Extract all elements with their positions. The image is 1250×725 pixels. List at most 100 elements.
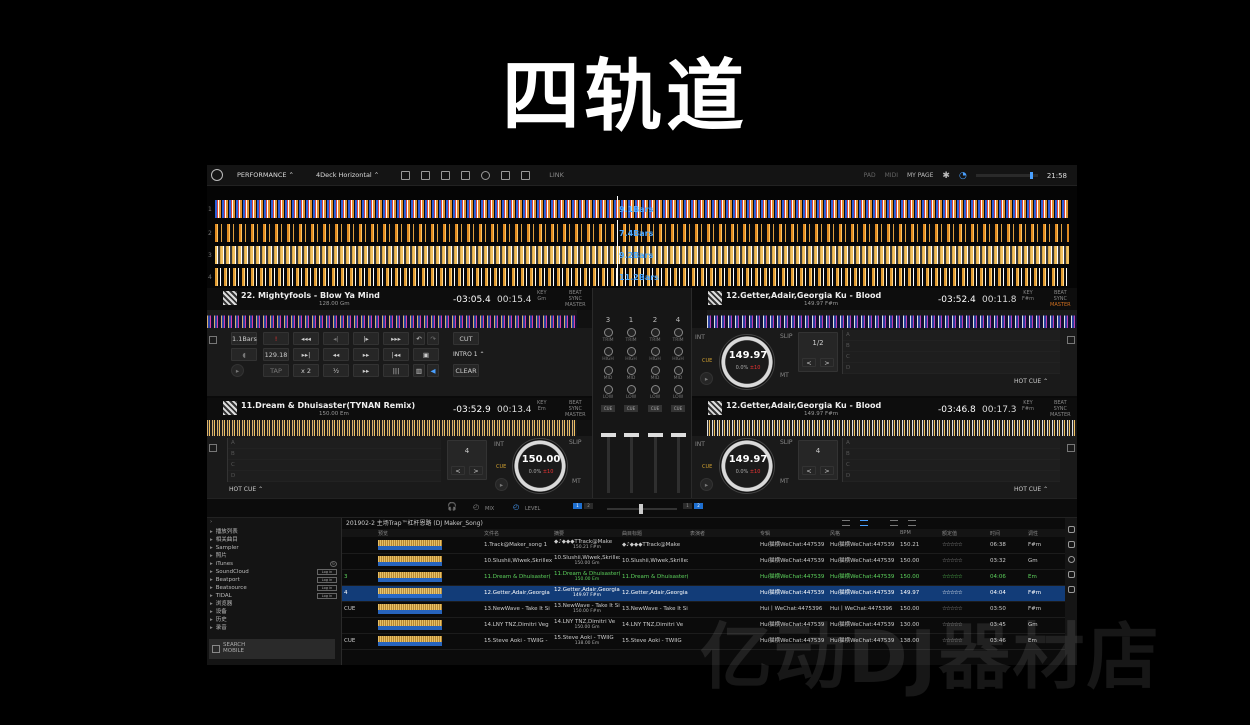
channel-fader-2[interactable]	[648, 433, 663, 493]
grid-shift-fwd[interactable]: ▸▸	[353, 348, 379, 361]
tree-item[interactable]: ▸ Sampler	[207, 544, 341, 552]
sampler-view-icon[interactable]	[461, 170, 471, 180]
high-knob[interactable]	[603, 347, 613, 356]
remain-time[interactable]: -03:46.8	[938, 405, 976, 415]
trim-knob[interactable]	[650, 328, 660, 337]
master-volume-slider[interactable]	[975, 172, 1038, 179]
video-icon[interactable]	[501, 170, 511, 180]
row-preview[interactable]	[376, 569, 482, 586]
mt-button[interactable]: MT	[572, 478, 581, 485]
col-header[interactable]: 调性	[1026, 529, 1065, 537]
row-preview[interactable]	[376, 585, 482, 602]
slip-button[interactable]: SLIP	[780, 439, 793, 446]
slip-button[interactable]: SLIP	[569, 439, 582, 446]
clear-button[interactable]: CLEAR	[453, 364, 479, 377]
tree-item[interactable]: ▸ 设备	[207, 608, 341, 616]
preview-waveform[interactable]	[378, 588, 442, 598]
mid-knob[interactable]	[603, 366, 613, 375]
crossfader-assign-2[interactable]: 2	[584, 503, 593, 509]
waveform-deck-2[interactable]: 2 7.4Bars	[208, 220, 1069, 244]
waveform-deck-1[interactable]: 1 9.1Bars	[208, 196, 1069, 220]
deck-1-waveform[interactable]	[207, 310, 577, 328]
grid-bpm[interactable]: 129.18	[263, 348, 289, 361]
beat-loop-select[interactable]: 1.1Bars	[231, 332, 257, 345]
deck-2-waveform[interactable]	[707, 310, 1077, 328]
col-header[interactable]: BPM	[898, 529, 940, 537]
grid-icon[interactable]	[1067, 444, 1075, 452]
login-button[interactable]: Log in	[317, 577, 337, 583]
low-knob[interactable]	[673, 385, 683, 394]
lighting-icon[interactable]	[521, 170, 531, 180]
mixer-view-icon[interactable]	[421, 170, 431, 180]
mt-button[interactable]: MT	[780, 478, 789, 485]
login-button[interactable]: Log in	[317, 593, 337, 599]
tree-item[interactable]: ▸ 照片	[207, 552, 341, 560]
record-icon[interactable]	[481, 170, 491, 180]
channel-cue-button[interactable]: CUE	[601, 405, 615, 412]
waveform-deck-4[interactable]: 4 11.2Bars	[208, 264, 1069, 288]
play-icon[interactable]: ▸	[700, 372, 713, 385]
hot-cue-select[interactable]: HOT CUE ⌃	[229, 486, 263, 493]
grid-icon[interactable]	[209, 336, 217, 344]
tree-item[interactable]: ▸ 播放列表	[207, 528, 341, 536]
redo-icon[interactable]: ↷	[427, 332, 439, 345]
app-logo-icon[interactable]	[211, 169, 223, 181]
col-header[interactable]: 时间	[988, 529, 1026, 537]
remain-time[interactable]: -03:05.4	[453, 295, 491, 305]
list-view-icon[interactable]	[842, 520, 850, 526]
low-knob[interactable]	[650, 385, 660, 394]
crossfader-assign-4[interactable]: 2	[694, 503, 703, 509]
high-knob[interactable]	[626, 347, 636, 356]
level-knob-icon[interactable]: ◴	[513, 503, 519, 511]
mode-select[interactable]: PERFORMANCE ⌃	[237, 171, 294, 179]
loop-half-button[interactable]: <	[451, 466, 465, 475]
channel-cue-button[interactable]: CUE	[671, 405, 685, 412]
crossfader-assign-1[interactable]: 1	[573, 503, 582, 509]
play-icon[interactable]: ▸	[700, 478, 713, 491]
cue-indicator[interactable]: CUE	[702, 464, 712, 470]
grid-adjust-button[interactable]: ▸▸	[353, 364, 379, 377]
row-preview[interactable]	[376, 633, 482, 650]
grid-shift-back[interactable]: ◂◂	[323, 348, 349, 361]
hot-cue-select[interactable]: HOT CUE ⌃	[1014, 486, 1048, 493]
low-knob[interactable]	[626, 385, 636, 394]
undo-icon[interactable]: ↶	[413, 332, 425, 345]
midi-button[interactable]: MIDI	[885, 172, 898, 179]
col-header[interactable]	[342, 529, 376, 537]
search-mobile-button[interactable]: SEARCH MOBILE	[209, 639, 335, 659]
grid-half-button[interactable]: ½	[323, 364, 349, 377]
expand-icon[interactable]	[1067, 541, 1075, 548]
crossfader-assign-3[interactable]: 1	[683, 503, 692, 509]
beat-sync-button[interactable]: BEAT SYNC MASTER	[1050, 290, 1071, 308]
row-preview[interactable]	[376, 601, 482, 618]
channel-cue-button[interactable]: CUE	[648, 405, 662, 412]
low-knob[interactable]	[603, 385, 613, 394]
lock-icon[interactable]: ▣	[413, 348, 439, 361]
preview-waveform[interactable]	[378, 539, 442, 550]
play-icon[interactable]: ▸	[231, 364, 244, 377]
trim-knob[interactable]	[603, 328, 613, 337]
detail-view-icon[interactable]	[860, 520, 868, 526]
hot-cue-pads[interactable]: ABCD	[227, 438, 441, 482]
remain-time[interactable]: -03:52.9	[453, 405, 491, 415]
jog-display[interactable]: 149.97 0.0% ±10	[719, 438, 775, 494]
grid-set-button[interactable]: |||	[383, 364, 409, 377]
col-header[interactable]: 摘要	[552, 529, 620, 537]
key-sync-button[interactable]: KEY Em	[537, 400, 547, 412]
layout-select[interactable]: 4Deck Horizontal ⌃	[316, 171, 379, 179]
headphone-icon[interactable]: 🎧	[447, 502, 457, 511]
table-row[interactable]: 1.Track@Maker_song 1 ◆♪◆◆◆TTrack@Make 150.…	[342, 537, 1065, 554]
cut-button[interactable]: CUT	[453, 332, 479, 345]
loop-double-button[interactable]: >	[820, 466, 834, 475]
grid-x2-button[interactable]: x 2	[293, 364, 319, 377]
pad-button[interactable]: PAD	[864, 172, 876, 179]
col-header[interactable]: 预览	[376, 529, 482, 537]
loop-half-button[interactable]: <	[802, 466, 816, 475]
hot-cue-pads[interactable]: ABCD	[842, 330, 1060, 374]
channel-cue-button[interactable]: CUE	[624, 405, 638, 412]
row-preview[interactable]	[376, 617, 482, 634]
browse-view-icon[interactable]	[401, 170, 411, 180]
hot-cue-pads[interactable]: ABCD	[842, 438, 1060, 482]
col-header[interactable]: 风格	[828, 529, 898, 537]
column-icon[interactable]	[1067, 571, 1075, 578]
